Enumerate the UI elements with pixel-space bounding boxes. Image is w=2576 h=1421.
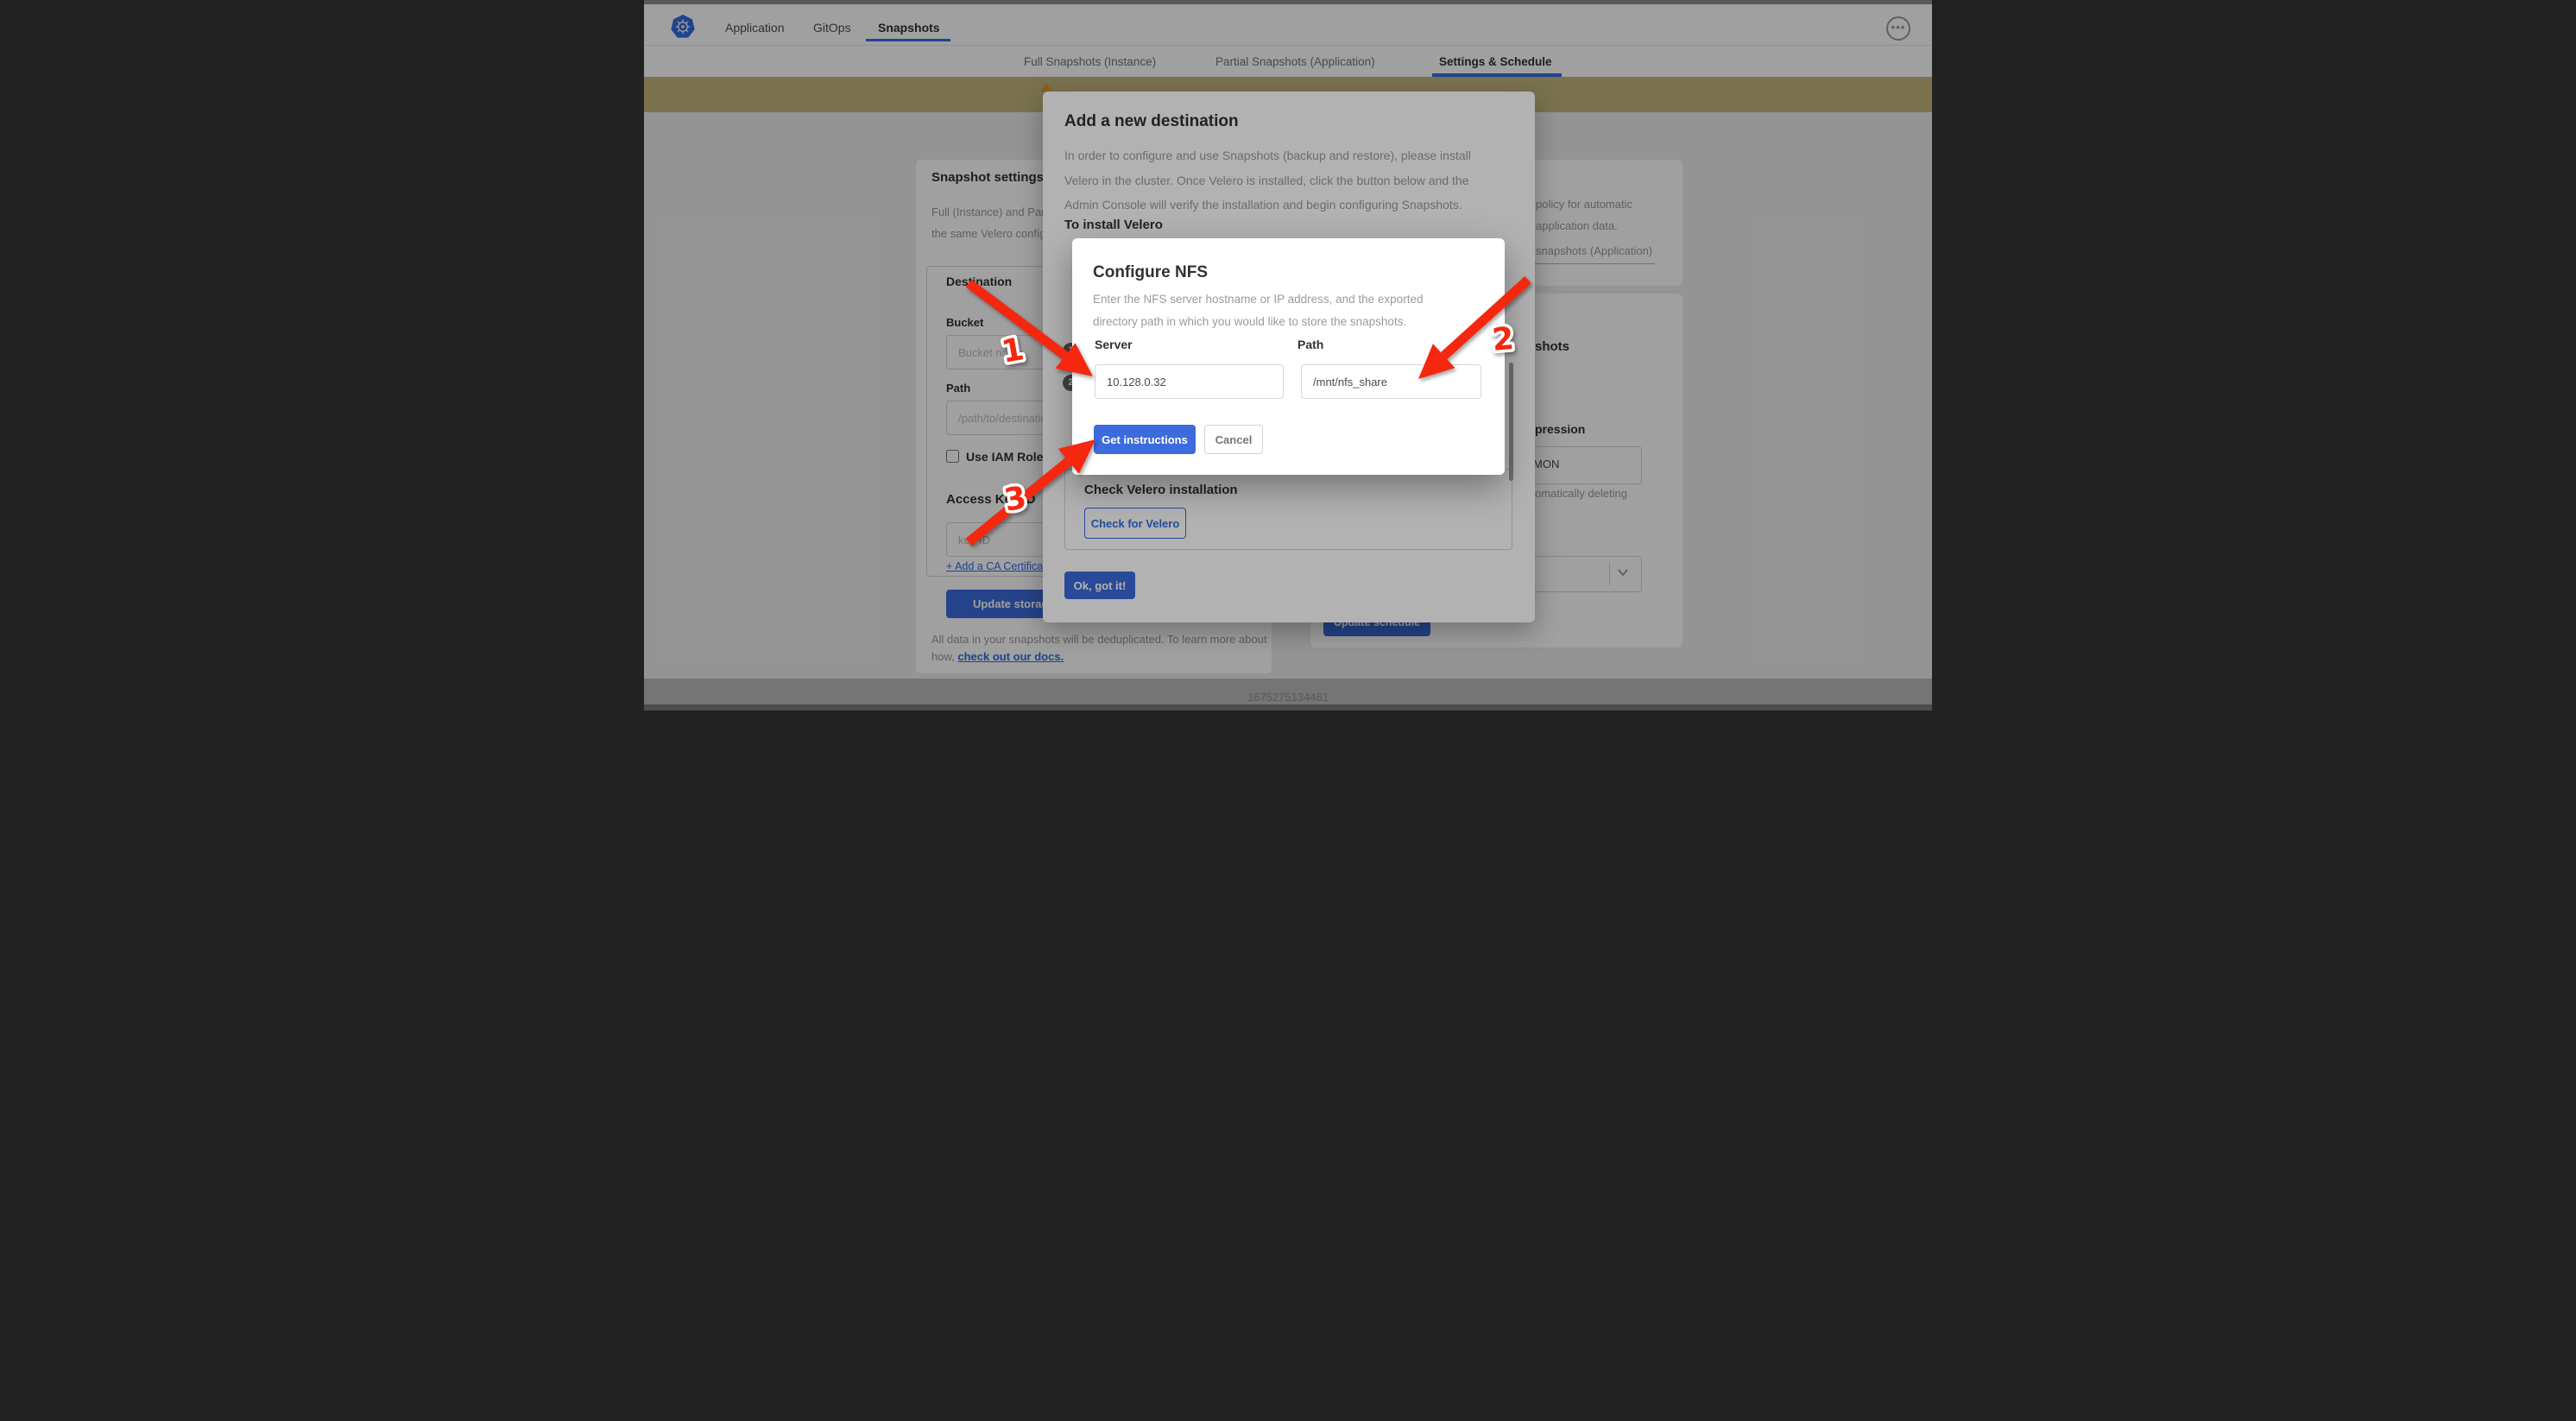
nfs-path-label: Path	[1297, 338, 1323, 351]
admin-console-page: Application GitOps Snapshots ••• Full Sn…	[644, 0, 1932, 710]
get-instructions-button[interactable]: Get instructions	[1094, 425, 1196, 454]
configure-nfs-title: Configure NFS	[1093, 263, 1208, 282]
configure-nfs-modal: Configure NFS Enter the NFS server hostn…	[1072, 238, 1505, 475]
cancel-button[interactable]: Cancel	[1204, 425, 1263, 454]
configure-nfs-body: Enter the NFS server hostname or IP addr…	[1093, 288, 1423, 333]
nfs-server-label: Server	[1095, 338, 1133, 351]
nfs-server-input[interactable]	[1095, 364, 1284, 399]
nfs-path-input[interactable]	[1301, 364, 1481, 399]
